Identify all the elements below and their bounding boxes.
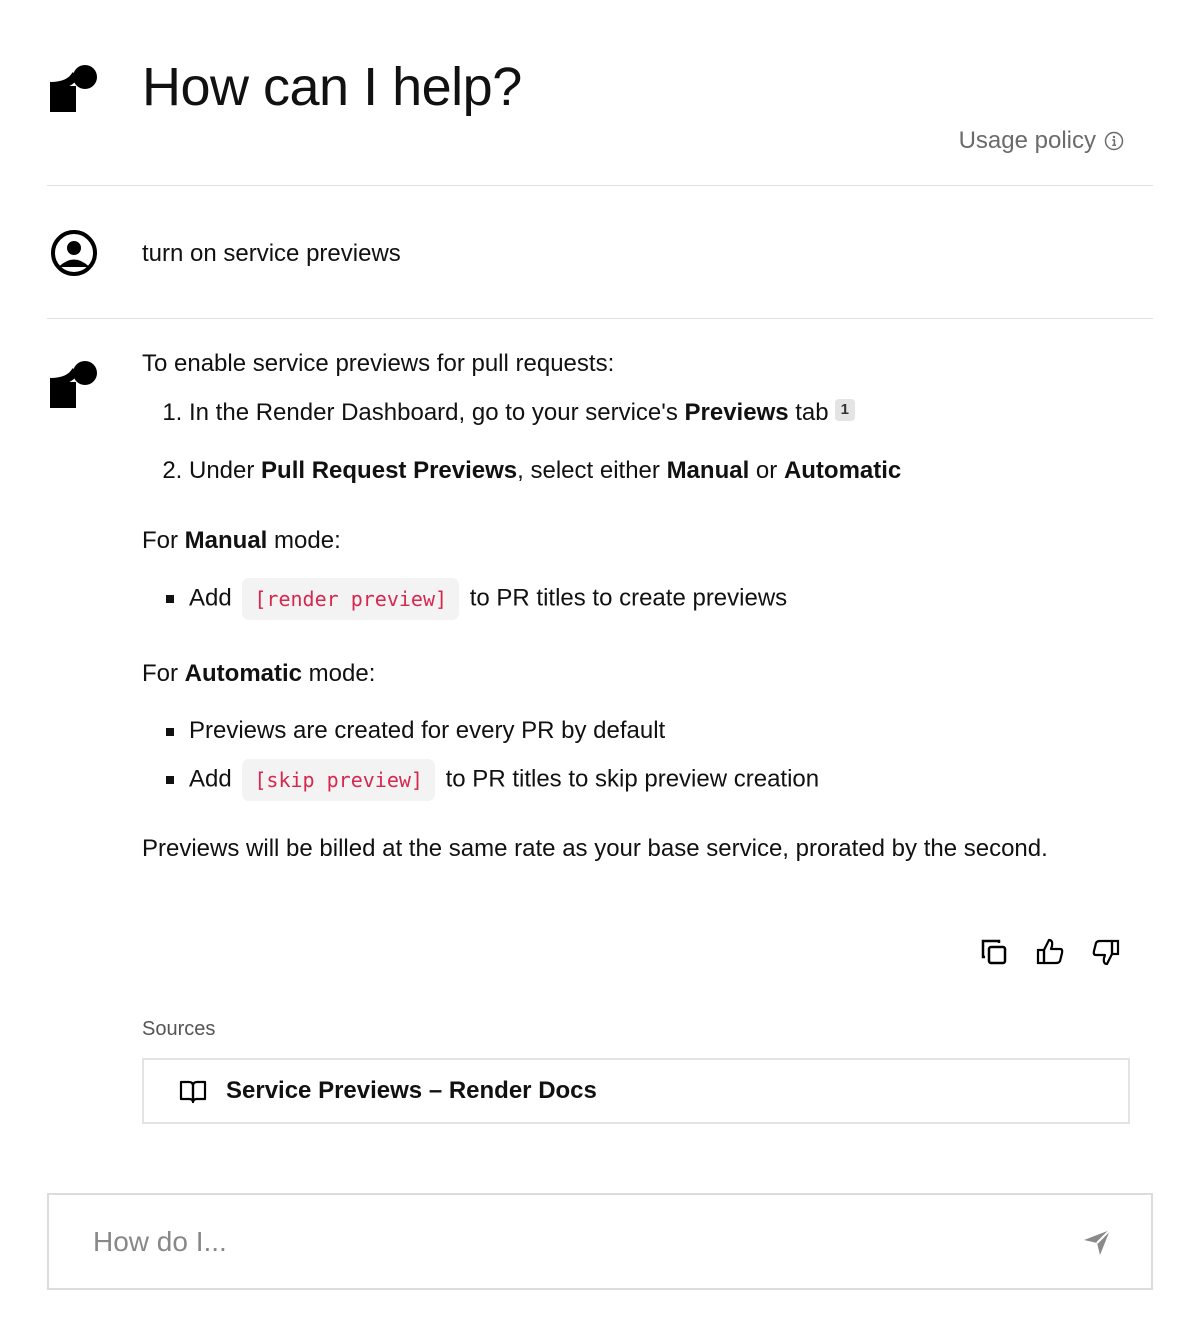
question-input[interactable]	[91, 1224, 1081, 1259]
manual-mode-heading: For Manual mode:	[142, 526, 341, 554]
user-avatar-icon	[51, 230, 97, 276]
step-text: , select either	[517, 457, 667, 485]
automatic-mode-heading: For Automatic mode:	[142, 659, 376, 687]
user-message: turn on service previews	[142, 240, 401, 267]
sources-label: Sources	[142, 1018, 216, 1040]
render-logo-icon	[49, 65, 97, 112]
manual-list: Add [render preview] to PR titles to cre…	[142, 577, 1142, 620]
thumbs-up-icon[interactable]	[1034, 936, 1066, 968]
step-text: or	[749, 457, 784, 485]
header-divider	[47, 185, 1153, 186]
source-title: Service Previews – Render Docs	[226, 1077, 597, 1104]
thumbs-down-icon[interactable]	[1090, 936, 1122, 968]
page-title: How can I help?	[142, 57, 522, 117]
copy-icon[interactable]	[978, 936, 1010, 968]
step-item: In the Render Dashboard, go to your serv…	[189, 397, 1142, 428]
step-item: Under Pull Request Previews, select eith…	[189, 455, 1142, 486]
list-item: Add [render preview] to PR titles to cre…	[166, 577, 1142, 620]
send-icon[interactable]	[1081, 1226, 1113, 1258]
list-item: Previews are created for every PR by def…	[166, 711, 1142, 751]
info-icon	[1104, 131, 1124, 151]
list-item: Add [skip preview] to PR titles to skip …	[166, 758, 1142, 801]
step-text: tab	[788, 399, 829, 427]
citation-badge[interactable]: 1	[834, 399, 855, 422]
step-text: In the Render Dashboard, go to your serv…	[189, 399, 685, 427]
message-divider	[47, 318, 1153, 319]
book-icon	[179, 1080, 207, 1104]
usage-policy-label: Usage policy	[958, 127, 1096, 154]
step-bold: Automatic	[783, 457, 902, 485]
inline-code: [skip preview]	[242, 758, 435, 801]
step-text: Under	[189, 457, 262, 485]
source-link[interactable]: Service Previews – Render Docs	[142, 1058, 1130, 1124]
step-bold: Previews	[684, 399, 789, 427]
step-bold: Manual	[666, 457, 750, 485]
composer	[47, 1193, 1153, 1290]
steps-list: In the Render Dashboard, go to your serv…	[142, 397, 1142, 486]
answer-actions	[978, 936, 1122, 968]
step-bold: Pull Request Previews	[261, 457, 518, 485]
billing-note: Previews will be billed at the same rate…	[142, 834, 1048, 862]
inline-code: [render preview]	[242, 577, 460, 620]
assistant-answer: To enable service previews for pull requ…	[142, 348, 1142, 864]
usage-policy-link[interactable]: Usage policy	[959, 127, 1124, 155]
answer-intro: To enable service previews for pull requ…	[142, 350, 615, 377]
assistant-logo-icon	[49, 361, 97, 408]
automatic-list: Previews are created for every PR by def…	[142, 711, 1142, 801]
